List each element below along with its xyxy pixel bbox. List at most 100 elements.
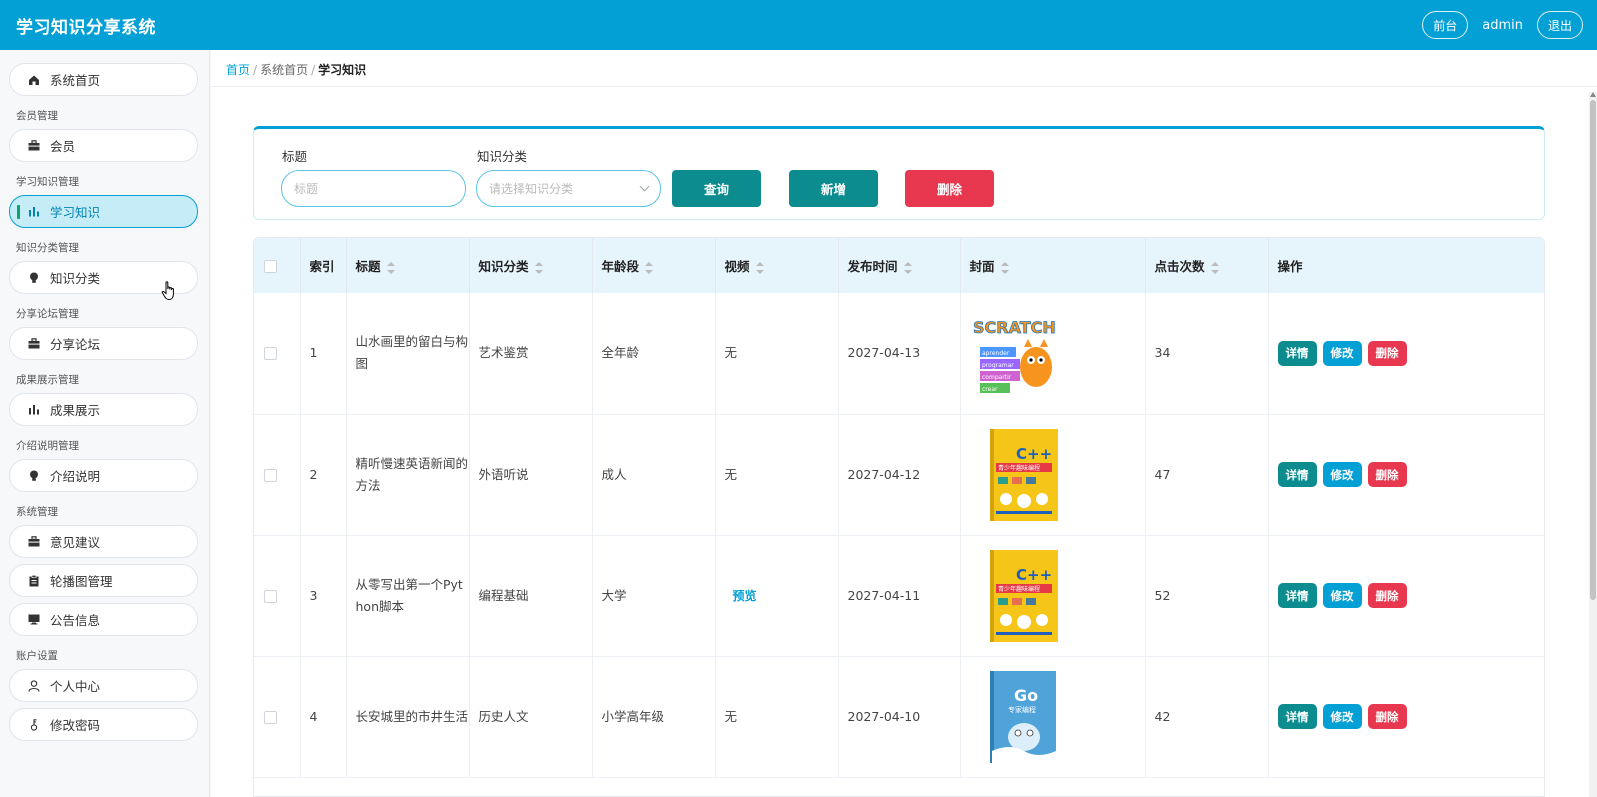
scroll-up-arrow-icon[interactable] bbox=[1590, 92, 1596, 97]
svg-text:programar: programar bbox=[982, 362, 1014, 369]
sort-icon[interactable] bbox=[645, 261, 654, 274]
column-header-index: 索引 bbox=[300, 238, 347, 293]
home-icon bbox=[28, 74, 40, 86]
sidebar-item-knowledge[interactable]: 学习知识 bbox=[9, 195, 198, 228]
sidebar-item-forum[interactable]: 分享论坛 bbox=[9, 327, 198, 360]
edit-button[interactable]: 修改 bbox=[1322, 704, 1362, 729]
select-all-checkbox[interactable] bbox=[264, 260, 277, 273]
column-header-title[interactable]: 标题 bbox=[346, 238, 470, 293]
title-field-label: 标题 bbox=[282, 149, 308, 164]
monitor-icon bbox=[28, 614, 40, 626]
batch-delete-button[interactable]: 删除 bbox=[905, 170, 994, 207]
sidebar-item-label: 介绍说明 bbox=[50, 469, 101, 484]
sidebar-item-members[interactable]: 会员 bbox=[9, 129, 198, 162]
logout-button[interactable]: 退出 bbox=[1536, 11, 1583, 39]
breadcrumb: 首页 / 系统首页 / 学习知识 bbox=[226, 63, 367, 77]
delete-button[interactable]: 删除 bbox=[1367, 704, 1407, 729]
cpp-book-cover-image[interactable]: C++ 青少年趣味编程 bbox=[970, 427, 1058, 523]
bulb-icon bbox=[28, 272, 40, 284]
sort-icon[interactable] bbox=[1210, 261, 1219, 274]
edit-button[interactable]: 修改 bbox=[1322, 583, 1362, 608]
sort-icon[interactable] bbox=[386, 261, 395, 274]
go-book-cover-image[interactable]: Go 专家编程 bbox=[970, 669, 1058, 765]
detail-button[interactable]: 详情 bbox=[1277, 340, 1317, 366]
top-bar: 学习知识分享系统 前台 admin 退出 bbox=[0, 0, 1597, 50]
group-title-category: 知识分类管理 bbox=[16, 242, 79, 254]
category-select[interactable]: 请选择知识分类 bbox=[476, 170, 661, 207]
sidebar-item-label: 学习知识 bbox=[50, 205, 101, 220]
delete-button[interactable]: 删除 bbox=[1367, 462, 1407, 487]
sidebar-item-achievements[interactable]: 成果展示 bbox=[9, 393, 198, 426]
svg-text:青少年趣味编程: 青少年趣味编程 bbox=[998, 464, 1040, 472]
group-title-system: 系统管理 bbox=[16, 506, 58, 518]
title-search-input[interactable]: 标题 bbox=[281, 170, 466, 207]
column-header-date[interactable]: 发布时间 bbox=[838, 238, 961, 293]
knowledge-table: 索引 标题 知识分类 年龄段 视频 发布时间 封面 点击次数 操作 1 山水画里… bbox=[253, 237, 1545, 797]
cell-actions: 详情 修改 删除 bbox=[1268, 535, 1544, 657]
row-checkbox[interactable] bbox=[264, 589, 277, 603]
delete-button[interactable]: 删除 bbox=[1367, 340, 1407, 366]
user-icon bbox=[28, 679, 40, 692]
cell-cover: C++ 青少年趣味编程 bbox=[960, 414, 1146, 536]
row-checkbox[interactable] bbox=[264, 347, 277, 361]
cell-date: 2027-04-10 bbox=[838, 656, 961, 778]
detail-button[interactable]: 详情 bbox=[1277, 583, 1317, 608]
front-page-button[interactable]: 前台 bbox=[1422, 11, 1469, 39]
column-header-video[interactable]: 视频 bbox=[715, 238, 839, 293]
sidebar-item-label: 会员 bbox=[50, 139, 76, 154]
scratch-cover-image[interactable]: SCRATCH aprender programar compartir cre… bbox=[969, 305, 1058, 402]
cell-category: 艺术鉴赏 bbox=[469, 293, 593, 415]
sort-icon[interactable] bbox=[903, 261, 912, 274]
cell-index: 2 bbox=[300, 414, 347, 536]
sidebar-item-label: 知识分类 bbox=[50, 271, 101, 286]
table-header-row: 索引 标题 知识分类 年龄段 视频 发布时间 封面 点击次数 操作 bbox=[254, 238, 1544, 293]
query-button[interactable]: 查询 bbox=[672, 170, 761, 207]
video-preview-link[interactable]: 预览 bbox=[733, 589, 757, 603]
edit-button[interactable]: 修改 bbox=[1322, 462, 1362, 487]
column-header-actions: 操作 bbox=[1277, 259, 1303, 274]
sidebar-item-label: 分享论坛 bbox=[50, 337, 101, 352]
column-header-age[interactable]: 年龄段 bbox=[592, 238, 716, 293]
scrollbar-thumb[interactable] bbox=[1590, 100, 1596, 600]
row-checkbox[interactable] bbox=[264, 710, 277, 724]
edit-button[interactable]: 修改 bbox=[1322, 340, 1362, 366]
sort-icon[interactable] bbox=[1000, 261, 1009, 274]
key-icon bbox=[28, 718, 40, 731]
cell-age: 成人 bbox=[592, 414, 716, 536]
detail-button[interactable]: 详情 bbox=[1277, 704, 1317, 729]
group-title-achievements: 成果展示管理 bbox=[16, 374, 79, 386]
sidebar-item-carousel[interactable]: 轮播图管理 bbox=[9, 564, 198, 597]
cell-cover: Go 专家编程 bbox=[960, 656, 1146, 778]
svg-text:crear: crear bbox=[982, 386, 998, 393]
column-header-category[interactable]: 知识分类 bbox=[469, 238, 593, 293]
sidebar: 系统首页 会员管理 会员 学习知识管理 学习知识 知识分类管理 知识分类 分享论… bbox=[0, 50, 210, 797]
sidebar-item-feedback[interactable]: 意见建议 bbox=[9, 525, 198, 558]
sidebar-item-home[interactable]: 系统首页 bbox=[9, 63, 198, 96]
sidebar-item-label: 系统首页 bbox=[50, 73, 101, 88]
cell-title: 从零写出第一个Python脚本 bbox=[346, 535, 470, 657]
sort-icon[interactable] bbox=[755, 261, 764, 274]
column-header-cover[interactable]: 封面 bbox=[960, 238, 1146, 293]
add-button[interactable]: 新增 bbox=[789, 170, 878, 207]
breadcrumb-system-home[interactable]: 系统首页 bbox=[260, 63, 308, 77]
breadcrumb-home[interactable]: 首页 bbox=[226, 63, 250, 77]
bar-chart-icon bbox=[28, 206, 40, 218]
sidebar-item-intro[interactable]: 介绍说明 bbox=[9, 459, 198, 492]
group-title-knowledge: 学习知识管理 bbox=[16, 176, 79, 188]
delete-button[interactable]: 删除 bbox=[1367, 583, 1407, 608]
cell-clicks: 42 bbox=[1145, 656, 1269, 778]
row-checkbox[interactable] bbox=[264, 468, 277, 482]
hand-cursor-icon bbox=[161, 281, 174, 301]
cell-actions: 详情 修改 删除 bbox=[1268, 293, 1544, 415]
chevron-down-icon bbox=[639, 181, 650, 192]
svg-text:C++: C++ bbox=[1016, 566, 1052, 584]
detail-button[interactable]: 详情 bbox=[1277, 462, 1317, 487]
cpp-book-cover-image[interactable]: C++ 青少年趣味编程 bbox=[970, 548, 1058, 644]
sidebar-item-notice[interactable]: 公告信息 bbox=[9, 603, 198, 636]
briefcase-icon bbox=[28, 140, 40, 152]
sidebar-item-profile[interactable]: 个人中心 bbox=[9, 669, 198, 702]
sort-icon[interactable] bbox=[534, 261, 543, 274]
sidebar-item-password[interactable]: 修改密码 bbox=[9, 708, 198, 741]
cell-category: 编程基础 bbox=[469, 535, 593, 657]
column-header-clicks[interactable]: 点击次数 bbox=[1145, 238, 1269, 293]
